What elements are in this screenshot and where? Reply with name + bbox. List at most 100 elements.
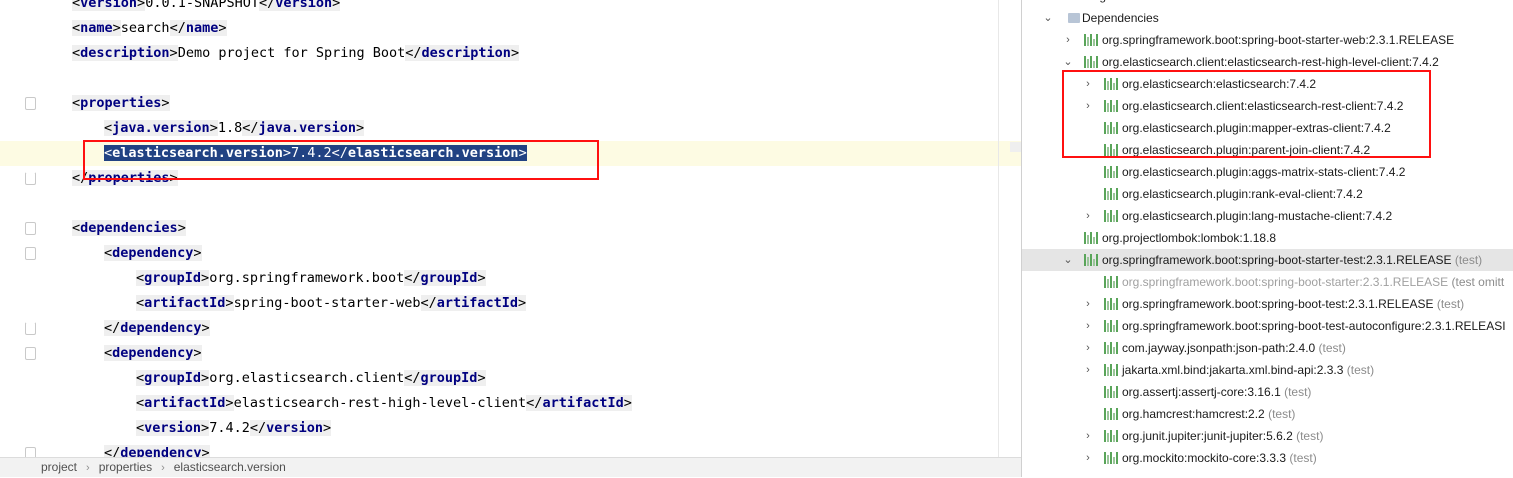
xml-tag-name: groupId (420, 270, 478, 286)
fold-toggle-icon[interactable] (25, 347, 36, 360)
chevron-right-icon[interactable]: › (1082, 293, 1094, 315)
code-line[interactable]: <java.version>1.8</java.version> (104, 116, 365, 141)
fold-toggle-icon[interactable] (25, 247, 36, 260)
dependency-tree-row[interactable]: org.elasticsearch.plugin:aggs-matrix-sta… (1022, 161, 1513, 183)
dependency-tree-row[interactable]: › jakarta.xml.bind:jakarta.xml.bind-api:2… (1022, 359, 1513, 381)
chevron-right-icon[interactable]: › (1082, 447, 1094, 469)
code-line[interactable]: <version>0.0.1-SNAPSHOT</version> (72, 0, 341, 16)
xml-tag-name: java.version (258, 120, 357, 136)
gutter-line (0, 416, 65, 441)
xml-bracket: </ (404, 370, 421, 386)
code-line[interactable]: </dependency> (104, 316, 210, 341)
dependency-tree-row[interactable]: › com.jayway.jsonpath:json-path:2.4.0 (te… (1022, 337, 1513, 359)
dependency-tree-row[interactable]: › org.springframework.boot:spring-boot-te… (1022, 293, 1513, 315)
code-line[interactable]: <artifactId>spring-boot-starter-web</art… (136, 291, 527, 316)
dependency-label: org.springframework.boot:spring-boot-sta… (1102, 249, 1482, 271)
dependency-tree-row[interactable]: › org.mockito:mockito-core:3.3.3 (test) (1022, 447, 1513, 469)
xml-tag-name: name (185, 20, 219, 36)
code-line[interactable]: <dependencies> (72, 216, 186, 241)
fold-toggle-icon[interactable] (25, 222, 36, 235)
library-icon (1084, 34, 1098, 46)
breadcrumb-item[interactable]: properties (99, 458, 152, 477)
chevron-right-icon[interactable]: › (1082, 205, 1094, 227)
dependency-scope: (test) (1286, 451, 1317, 465)
breadcrumb-item[interactable]: project (41, 458, 77, 477)
code-line[interactable]: <artifactId>elasticsearch-rest-high-leve… (136, 391, 632, 416)
xml-bracket: < (104, 245, 113, 261)
xml-bracket: > (209, 120, 218, 136)
library-icon (1104, 320, 1118, 332)
chevron-right-icon[interactable]: › (1082, 315, 1094, 337)
xml-bracket: < (136, 370, 145, 386)
chevron-right-icon[interactable]: › (1062, 29, 1074, 51)
library-icon (1104, 386, 1118, 398)
dependency-tree-row[interactable]: org.elasticsearch.plugin:rank-eval-clien… (1022, 183, 1513, 205)
code-line[interactable]: </dependency> (104, 441, 210, 457)
fold-toggle-icon[interactable] (25, 322, 36, 335)
dependency-scope: (test) (1451, 253, 1483, 267)
dependency-scope: (test) (1280, 385, 1312, 399)
dependency-label: org.springframework.boot:spring-boot-sta… (1122, 271, 1504, 293)
dependency-tree-row[interactable]: org.springframework.boot:spring-boot-sta… (1022, 271, 1513, 293)
gutter-line (0, 116, 65, 141)
breadcrumb-separator-icon: › (161, 462, 165, 474)
gutter-line (0, 441, 65, 457)
dependency-label: org.junit.jupiter:junit-jupiter:5.6.2 (t… (1122, 425, 1323, 447)
gutter-line (0, 341, 65, 366)
dependency-coordinates: org.elasticsearch.plugin:lang-mustache-c… (1122, 209, 1393, 223)
dependency-tree-row[interactable]: › org.elasticsearch.plugin:lang-mustache-… (1022, 205, 1513, 227)
dependency-label: org.elasticsearch.plugin:rank-eval-clien… (1122, 183, 1363, 205)
xml-bracket: > (225, 395, 234, 411)
dependency-tree-row[interactable]: ⌄ Dependencies (1022, 7, 1513, 29)
scrollbar-marker[interactable] (1010, 142, 1021, 152)
dependency-tree-row[interactable]: ⌄ org.springframework.boot:spring-boot-st… (1022, 249, 1513, 271)
xml-bracket: </ (404, 270, 421, 286)
dependency-tree-row[interactable]: › org.springframework.boot:spring-boot-st… (1022, 29, 1513, 51)
xml-text-value: Demo project for Spring Boot (177, 45, 406, 61)
code-line[interactable]: <properties> (72, 91, 170, 116)
xml-bracket: > (112, 20, 121, 36)
xml-bracket: > (623, 395, 632, 411)
dependency-tree-row[interactable]: org.assertj:assertj-core:3.16.1 (test) (1022, 381, 1513, 403)
code-line[interactable]: <description>Demo project for Spring Boo… (72, 41, 520, 66)
xml-bracket: > (201, 420, 210, 436)
xml-bracket: < (72, 220, 81, 236)
editor-gutter (0, 0, 65, 457)
dependency-coordinates: org.mockito:mockito-core:3.3.3 (1122, 451, 1287, 465)
fold-toggle-icon[interactable] (25, 447, 36, 457)
dependency-coordinates: org.springframework.boot:spring-boot-tes… (1122, 297, 1434, 311)
library-icon (1104, 430, 1118, 442)
gutter-line (0, 41, 65, 66)
dependency-tree-row[interactable]: org.hamcrest:hamcrest:2.2 (test) (1022, 403, 1513, 425)
library-icon (1084, 232, 1098, 244)
chevron-right-icon[interactable]: › (1082, 359, 1094, 381)
code-line[interactable]: <name>search</name> (72, 16, 227, 41)
xml-text-value: spring-boot-starter-web (233, 295, 421, 311)
xml-bracket: </ (405, 45, 422, 61)
chevron-down-icon[interactable]: ⌄ (1062, 249, 1074, 271)
code-line[interactable]: <version>7.4.2</version> (136, 416, 332, 441)
gutter-line (0, 16, 65, 41)
chevron-right-icon[interactable]: › (1082, 337, 1094, 359)
library-icon (1104, 408, 1118, 420)
code-line[interactable]: <groupId>org.elasticsearch.client</group… (136, 366, 486, 391)
chevron-down-icon[interactable]: ⌄ (1042, 7, 1054, 29)
dependency-tree-row[interactable]: › org.junit.jupiter:junit-jupiter:5.6.2 (… (1022, 425, 1513, 447)
dependency-coordinates: org.assertj:assertj-core:3.16.1 (1122, 385, 1281, 399)
breadcrumb-item[interactable]: elasticsearch.version (174, 458, 286, 477)
dependency-tree-row[interactable]: › org.springframework.boot:spring-boot-te… (1022, 315, 1513, 337)
chevron-right-icon[interactable]: › (1082, 425, 1094, 447)
code-line[interactable]: <dependency> (104, 241, 202, 266)
code-line[interactable]: <dependency> (104, 341, 202, 366)
dependency-label: jakarta.xml.bind:jakarta.xml.bind-api:2.… (1122, 359, 1374, 381)
fold-toggle-icon[interactable] (25, 172, 36, 185)
code-editor[interactable]: <version>0.0.1-SNAPSHOT</version> < name > s… (0, 0, 1021, 457)
xml-bracket: > (518, 295, 527, 311)
gutter-line (0, 166, 65, 191)
dependency-tree-row[interactable]: org.projectlombok:lombok:1.18.8 (1022, 227, 1513, 249)
code-line[interactable]: <groupId>org.springframework.boot</group… (136, 266, 486, 291)
dependency-tree-row[interactable]: Plugins (1022, 0, 1513, 7)
dependency-coordinates: com.jayway.jsonpath:json-path:2.4.0 (1122, 341, 1316, 355)
fold-toggle-icon[interactable] (25, 97, 36, 110)
dependency-coordinates: org.elasticsearch.plugin:rank-eval-clien… (1122, 187, 1363, 201)
